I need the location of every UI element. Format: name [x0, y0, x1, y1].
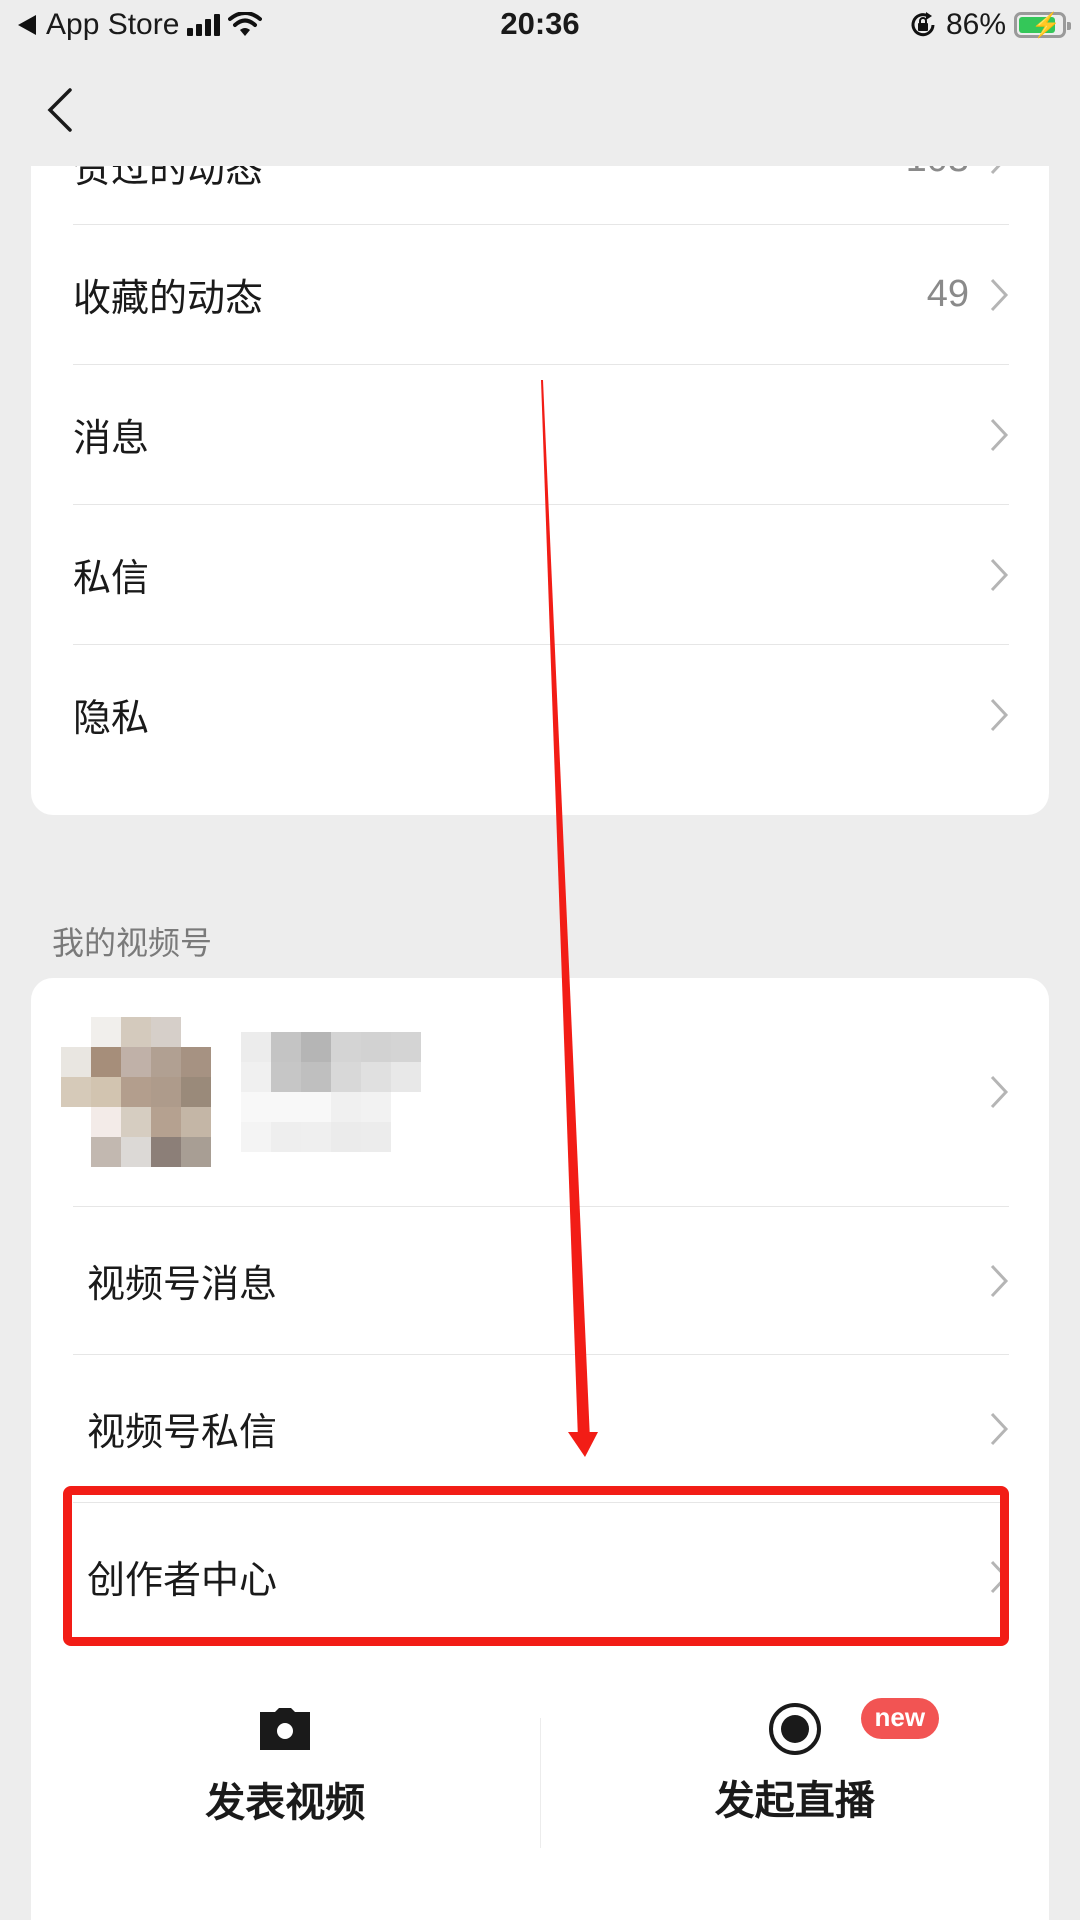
mosaic-cell — [61, 1137, 91, 1167]
list-item-label: 私信 — [73, 556, 150, 600]
section-title-channels: 我的视频号 — [52, 924, 213, 962]
mosaic-cell — [361, 1062, 391, 1092]
mosaic-cell — [151, 1047, 181, 1077]
mosaic-cell — [271, 1032, 301, 1062]
mosaic-cell — [361, 1032, 391, 1062]
status-bar: App Store 20:36 86% ⚡ — [0, 0, 1080, 54]
mosaic-cell — [331, 1062, 361, 1092]
mosaic-cell — [391, 1122, 421, 1152]
list-item-label: 收藏的动态 — [73, 276, 264, 320]
mosaic-cell — [91, 1047, 121, 1077]
list-item-channel-messages[interactable]: 视频号消息 — [31, 1207, 1049, 1354]
list-item-privacy[interactable]: 隐私 — [31, 645, 1049, 784]
orientation-lock-icon — [911, 12, 935, 37]
mosaic-cell — [181, 1137, 211, 1167]
mosaic-cell — [361, 1092, 391, 1122]
mosaic-cell — [241, 1092, 271, 1122]
list-item-channel-private-messages[interactable]: 视频号私信 — [31, 1355, 1049, 1502]
mosaic-cell — [151, 1107, 181, 1137]
mosaic-cell — [391, 1032, 421, 1062]
camera-icon — [260, 1708, 311, 1750]
mosaic-cell — [91, 1137, 121, 1167]
battery-charging-icon: ⚡ — [1014, 12, 1071, 39]
mosaic-cell — [91, 1017, 121, 1047]
mosaic-cell — [301, 1062, 331, 1092]
mosaic-cell — [61, 1107, 91, 1137]
mosaic-cell — [151, 1137, 181, 1167]
post-video-button[interactable]: 发表视频 — [31, 1708, 540, 1858]
chevron-right-icon — [990, 698, 1009, 731]
battery-percent: 86% — [945, 8, 1006, 41]
mosaic-cell — [91, 1107, 121, 1137]
action-label: 发起直播 — [714, 1778, 875, 1824]
live-record-icon — [768, 1703, 821, 1755]
mosaic-cell — [331, 1032, 361, 1062]
list-item-count: 49 — [926, 273, 969, 315]
chevron-right-icon — [990, 1412, 1009, 1445]
settings-card: 赞过的动态 103 收藏的动态 49 消息 私信 隐私 — [31, 138, 1049, 815]
mosaic-cell — [121, 1077, 151, 1107]
new-badge: new — [860, 1698, 940, 1739]
mosaic-cell — [271, 1092, 301, 1122]
mosaic-cell — [361, 1122, 391, 1152]
mosaic-cell — [151, 1077, 181, 1107]
chevron-right-icon — [990, 278, 1009, 311]
status-right: 86% ⚡ — [908, 8, 1071, 42]
list-item-creator-center[interactable]: 创作者中心 — [31, 1503, 1049, 1650]
start-live-button[interactable]: new 发起直播 — [541, 1698, 1050, 1858]
list-item-private-messages[interactable]: 私信 — [31, 505, 1049, 644]
mosaic-cell — [391, 1092, 421, 1122]
channels-card: 视频号消息 视频号私信 创作者中心 发表视频 new 发起直播 — [31, 978, 1049, 1920]
chevron-right-icon — [990, 1075, 1009, 1109]
mosaic-cell — [61, 1077, 91, 1107]
action-label: 发表视频 — [205, 1780, 366, 1826]
mosaic-cell — [121, 1107, 151, 1137]
nav-bar — [0, 54, 1080, 166]
mosaic-cell — [301, 1092, 331, 1122]
list-item-label: 视频号消息 — [87, 1262, 278, 1306]
mosaic-cell — [241, 1122, 271, 1152]
mosaic-cell — [391, 1062, 421, 1092]
mosaic-cell — [61, 1047, 91, 1077]
mosaic-cell — [91, 1077, 121, 1107]
mosaic-cell — [181, 1077, 211, 1107]
list-item-label: 隐私 — [73, 696, 150, 740]
chevron-right-icon — [990, 1264, 1009, 1297]
channel-actions: 发表视频 new 发起直播 — [31, 1698, 1050, 1858]
mosaic-cell — [121, 1017, 151, 1047]
chevron-right-icon — [990, 418, 1009, 451]
mosaic-cell — [61, 1017, 91, 1047]
mosaic-cell — [181, 1047, 211, 1077]
mosaic-cell — [151, 1017, 181, 1047]
mosaic-cell — [241, 1032, 271, 1062]
chevron-right-icon — [990, 558, 1009, 591]
list-item-label: 创作者中心 — [87, 1558, 278, 1602]
mosaic-cell — [271, 1122, 301, 1152]
mosaic-cell — [121, 1047, 151, 1077]
list-item-label: 消息 — [73, 416, 150, 460]
list-item-label: 视频号私信 — [87, 1410, 278, 1454]
channel-name-blurred — [241, 1032, 421, 1152]
list-item-favorites[interactable]: 收藏的动态 49 — [31, 225, 1049, 364]
mosaic-cell — [181, 1107, 211, 1137]
mosaic-cell — [301, 1122, 331, 1152]
chevron-left-icon[interactable] — [40, 84, 80, 136]
mosaic-cell — [181, 1017, 211, 1047]
mosaic-cell — [241, 1062, 271, 1092]
channel-profile-row[interactable] — [31, 978, 1049, 1206]
mosaic-cell — [121, 1137, 151, 1167]
mosaic-cell — [331, 1092, 361, 1122]
mosaic-cell — [331, 1122, 361, 1152]
avatar — [61, 1017, 211, 1167]
list-item-messages[interactable]: 消息 — [31, 365, 1049, 504]
mosaic-cell — [271, 1062, 301, 1092]
mosaic-cell — [301, 1032, 331, 1062]
chevron-right-icon — [990, 1560, 1009, 1593]
